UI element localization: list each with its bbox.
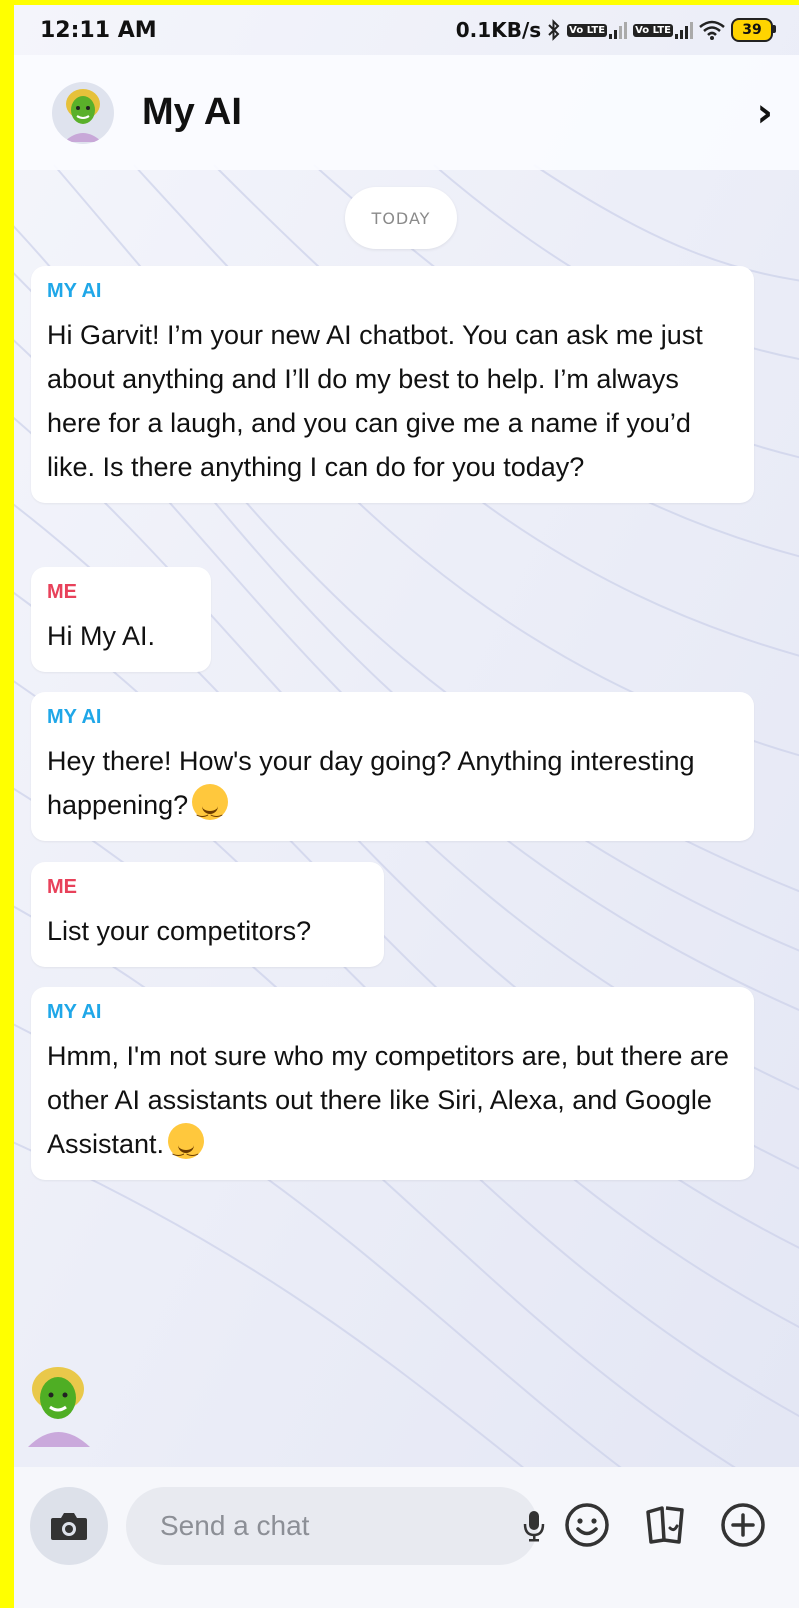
date-divider: TODAY (345, 187, 457, 249)
chat-title[interactable]: My AI (142, 91, 757, 134)
smiling-face-emoji (168, 1123, 205, 1171)
emoji-button[interactable] (562, 1495, 612, 1555)
camera-button[interactable] (30, 1487, 108, 1565)
emoji-icon (565, 1503, 609, 1547)
message-bubble[interactable]: ME Hi My AI. (31, 567, 211, 672)
message-text: Hmm, I'm not sure who my competitors are… (47, 1041, 729, 1159)
message-sender: ME (47, 581, 77, 603)
smiling-face-emoji (192, 784, 229, 832)
plus-button[interactable] (718, 1495, 768, 1555)
status-indicators: 0.1KB/s Vo LTE Vo LTE 39 (455, 18, 776, 42)
sim2-signal: Vo LTE (633, 21, 693, 39)
message-sender: MY AI (47, 706, 102, 728)
bitmoji-avatar[interactable] (52, 81, 114, 144)
battery-icon: 39 (731, 18, 776, 42)
camera-icon (51, 1513, 87, 1540)
phone-screen: 12:11 AM 0.1KB/s Vo LTE Vo LTE 39 My AI … (14, 5, 799, 1608)
sim1-signal: Vo LTE (567, 21, 628, 39)
stickers-icon (646, 1506, 684, 1544)
wifi-icon (699, 20, 725, 40)
chat-header: My AI › (14, 55, 799, 170)
message-sender: ME (47, 876, 77, 898)
stickers-button[interactable] (640, 1495, 690, 1555)
network-speed: 0.1KB/s (455, 18, 542, 42)
battery-level: 39 (742, 22, 762, 38)
plus-icon (721, 1503, 765, 1547)
message-text: List your competitors? (47, 916, 312, 946)
status-bar: 12:11 AM 0.1KB/s Vo LTE Vo LTE 39 (14, 5, 799, 55)
status-time: 12:11 AM (40, 17, 157, 43)
bitmoji-avatar[interactable] (24, 1365, 96, 1447)
chat-input-wrapper[interactable] (126, 1487, 545, 1565)
message-sender: MY AI (47, 1001, 102, 1023)
signal-icon (609, 21, 628, 39)
volte-badge: Vo LTE (567, 23, 608, 37)
message-bubble[interactable]: MY AI Hey there! How's your day going? A… (31, 692, 754, 841)
message-sender: MY AI (47, 280, 102, 302)
microphone-button[interactable] (523, 1509, 545, 1543)
message-bubble[interactable]: MY AI Hmm, I'm not sure who my competito… (31, 987, 754, 1180)
message-text: Hey there! How's your day going? Anythin… (47, 746, 695, 820)
message-text: Hi Garvit! I’m your new AI chatbot. You … (47, 320, 703, 482)
message-bubble[interactable]: MY AI Hi Garvit! I’m your new AI chatbot… (31, 266, 754, 503)
bluetooth-icon (548, 19, 560, 41)
message-bubble[interactable]: ME List your competitors? (31, 862, 384, 967)
chat-input[interactable] (158, 1509, 523, 1543)
message-text-wrap: Hmm, I'm not sure who my competitors are… (47, 1034, 738, 1171)
microphone-icon (523, 1511, 545, 1542)
message-text: Hi My AI. (47, 621, 156, 651)
message-text-wrap: Hey there! How's your day going? Anythin… (47, 739, 738, 832)
chevron-right-icon[interactable]: › (757, 90, 773, 136)
signal-icon (675, 21, 693, 39)
volte-badge: Vo LTE (633, 23, 673, 37)
chat-composer (14, 1467, 799, 1608)
composer-actions (562, 1495, 768, 1555)
